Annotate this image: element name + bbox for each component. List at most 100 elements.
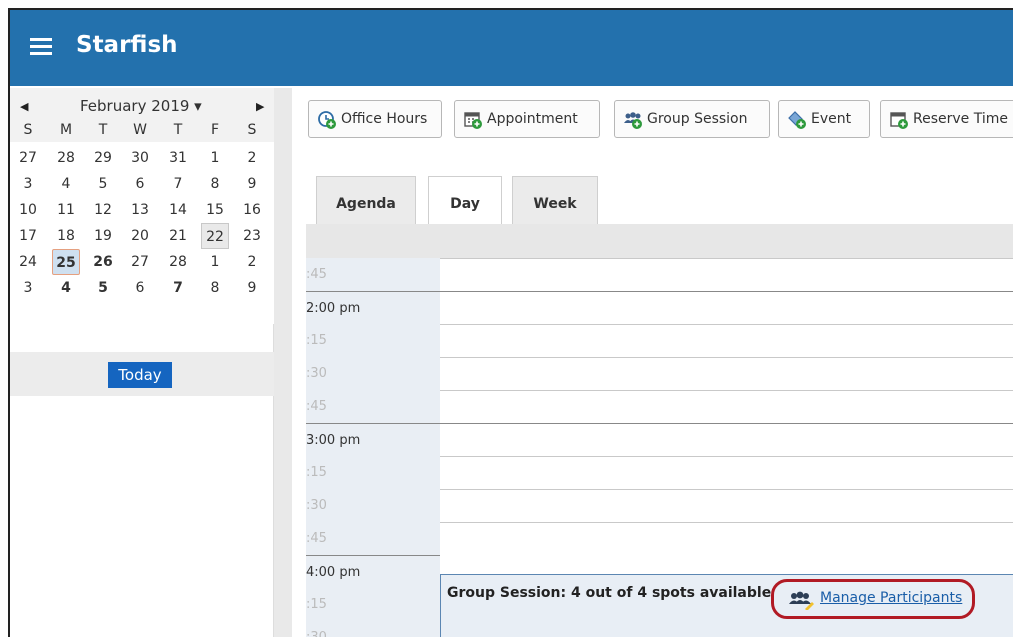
- ticket-add-icon: [788, 111, 806, 129]
- weekday-label: S: [23, 122, 33, 138]
- clock-add-icon: [318, 111, 336, 129]
- calendar-day[interactable]: 9: [238, 171, 266, 197]
- calendar-day[interactable]: 30: [126, 145, 154, 171]
- calendar-day[interactable]: 27: [14, 145, 42, 171]
- weekday-label: T: [173, 122, 183, 138]
- time-label: 2:00 pm: [306, 291, 440, 324]
- calendar-day[interactable]: 23: [238, 223, 266, 249]
- app-window: Starfish ◀ February 2019 ▾ ▶ S M T W T F…: [8, 8, 1013, 637]
- office-hours-button[interactable]: Office Hours: [308, 100, 442, 138]
- main-content: Office Hours Appointment Group Session E…: [292, 88, 1013, 637]
- time-slot[interactable]: [440, 324, 1013, 357]
- calendar-day[interactable]: 11: [52, 197, 80, 223]
- group-session-button[interactable]: Group Session: [614, 100, 770, 138]
- calendar-day[interactable]: 28: [164, 249, 192, 275]
- time-label: :30: [306, 357, 440, 390]
- time-slot[interactable]: [440, 291, 1013, 324]
- calendar-day[interactable]: 9: [238, 275, 266, 301]
- calendar-day[interactable]: 1: [201, 145, 229, 171]
- calendar-day[interactable]: 13: [126, 197, 154, 223]
- calendar-day[interactable]: 18: [52, 223, 80, 249]
- calendar-day[interactable]: 19: [89, 223, 117, 249]
- reserve-time-label: Reserve Time: [913, 111, 1008, 127]
- app-title: Starfish: [76, 32, 178, 58]
- weekday-label: S: [247, 122, 257, 138]
- calendar-day[interactable]: 24: [14, 249, 42, 275]
- appointment-button[interactable]: Appointment: [454, 100, 600, 138]
- calendar-reserve-add-icon: [890, 112, 908, 129]
- manage-participants-highlight: Manage Participants: [771, 579, 975, 619]
- calendar-day[interactable]: 4: [52, 275, 80, 301]
- calendar-day[interactable]: 14: [164, 197, 192, 223]
- time-label: :45: [306, 522, 440, 555]
- time-label: :30: [306, 489, 440, 522]
- calendar-day[interactable]: 26: [89, 249, 117, 275]
- menu-icon[interactable]: [30, 38, 52, 56]
- calendar-day[interactable]: 22: [201, 223, 229, 249]
- time-label: 4:00 pm: [306, 555, 440, 588]
- calendar-day[interactable]: 21: [164, 223, 192, 249]
- calendar-day[interactable]: 10: [14, 197, 42, 223]
- calendar-day[interactable]: 6: [126, 275, 154, 301]
- time-label: :15: [306, 588, 440, 621]
- time-slot[interactable]: [440, 423, 1013, 456]
- time-slot[interactable]: [440, 522, 1013, 555]
- splitter[interactable]: [274, 88, 292, 637]
- calendar-day[interactable]: 5: [89, 275, 117, 301]
- mini-calendar-grid: 27 28 29 30 31 1 2 3 4 5 6 7 8 9 10 11 12 13 14 15 16 17 18 19 2…: [10, 142, 274, 324]
- calendar-day[interactable]: 25: [52, 249, 80, 275]
- calendar-day[interactable]: 29: [89, 145, 117, 171]
- calendar-day[interactable]: 27: [126, 249, 154, 275]
- appointment-label: Appointment: [487, 111, 578, 127]
- calendar-day[interactable]: 6: [126, 171, 154, 197]
- calendar-day[interactable]: 2: [238, 145, 266, 171]
- calendar-day[interactable]: 17: [14, 223, 42, 249]
- triangle-right-icon[interactable]: ▶: [256, 100, 264, 113]
- day-grid: :30:154:00 pm:45:30:153:00 pm:45:30:152:…: [306, 258, 1013, 637]
- mini-calendar-header: ◀ February 2019 ▾ ▶ S M T W T F S: [10, 88, 274, 142]
- time-slot[interactable]: [440, 489, 1013, 522]
- reserve-time-button[interactable]: Reserve Time: [880, 100, 1013, 138]
- time-label: :45: [306, 390, 440, 423]
- event-button[interactable]: Event: [778, 100, 870, 138]
- calendar-day[interactable]: 16: [238, 197, 266, 223]
- weekday-label: M: [59, 122, 73, 138]
- tab-day[interactable]: Day: [428, 176, 502, 226]
- weekday-row: S M T W T F S: [10, 122, 274, 142]
- session-title: Group Session: 4 out of 4 spots availabl…: [447, 585, 772, 601]
- calendar-day[interactable]: 28: [52, 145, 80, 171]
- calendar-day[interactable]: 7: [164, 171, 192, 197]
- time-slot[interactable]: [440, 258, 1013, 291]
- weekday-label: F: [210, 122, 220, 138]
- day-header: [306, 224, 1013, 258]
- calendar-day[interactable]: 3: [14, 171, 42, 197]
- calendar-day[interactable]: 4: [52, 171, 80, 197]
- tab-agenda[interactable]: Agenda: [316, 176, 416, 224]
- app-header: Starfish: [10, 10, 1013, 86]
- today-button[interactable]: Today: [108, 362, 172, 388]
- calendar-day[interactable]: 1: [201, 249, 229, 275]
- calendar-day[interactable]: 31: [164, 145, 192, 171]
- calendar-day[interactable]: 3: [14, 275, 42, 301]
- time-label: :30: [306, 621, 440, 637]
- month-selector[interactable]: February 2019 ▾: [80, 97, 202, 115]
- calendar-day[interactable]: 7: [164, 275, 192, 301]
- time-slot[interactable]: [440, 390, 1013, 423]
- calendar-day[interactable]: 8: [201, 275, 229, 301]
- tab-week[interactable]: Week: [512, 176, 598, 224]
- manage-participants-link[interactable]: Manage Participants: [820, 590, 962, 606]
- calendar-day[interactable]: 5: [89, 171, 117, 197]
- today-bar: Today: [10, 352, 274, 396]
- sidebar: ◀ February 2019 ▾ ▶ S M T W T F S 27 28 29…: [10, 88, 274, 637]
- time-slot[interactable]: [440, 456, 1013, 489]
- weekday-label: W: [133, 122, 147, 138]
- calendar-day[interactable]: 20: [126, 223, 154, 249]
- group-session-block[interactable]: Group Session: 4 out of 4 spots availabl…: [440, 574, 1013, 637]
- triangle-left-icon[interactable]: ◀: [20, 100, 28, 113]
- time-label: :45: [306, 258, 440, 291]
- calendar-day[interactable]: 8: [201, 171, 229, 197]
- time-slot[interactable]: [440, 357, 1013, 390]
- calendar-day[interactable]: 15: [201, 197, 229, 223]
- calendar-day[interactable]: 2: [238, 249, 266, 275]
- calendar-day[interactable]: 12: [89, 197, 117, 223]
